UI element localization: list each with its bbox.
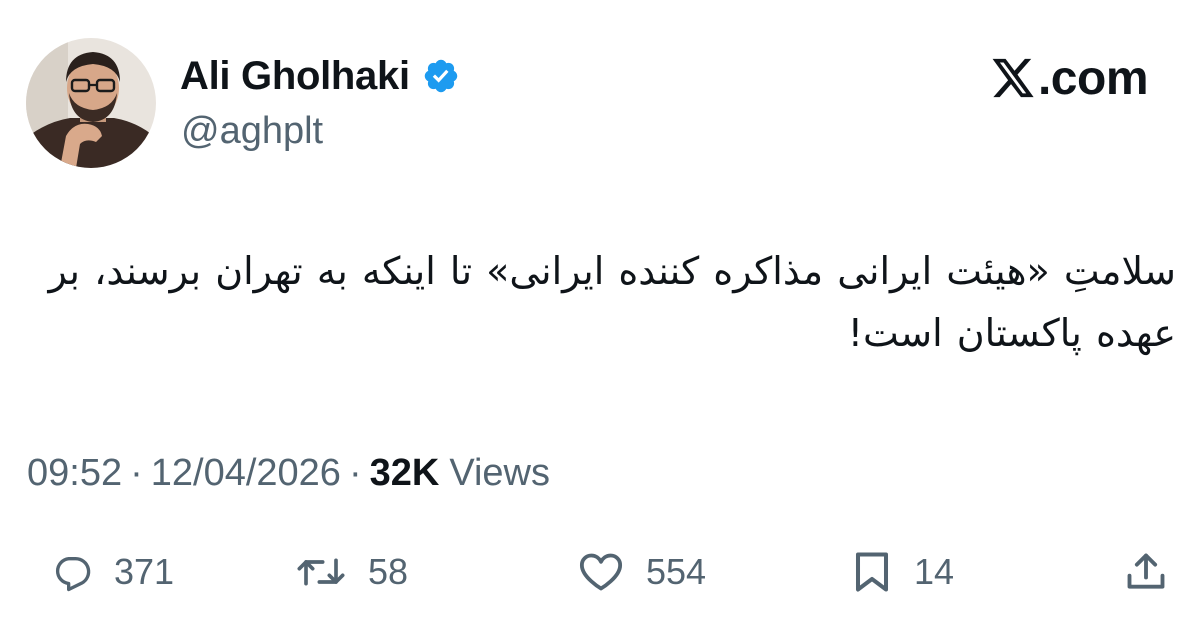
views-label: Views: [449, 452, 550, 494]
reply-icon: [52, 552, 92, 592]
reply-button[interactable]: 371: [52, 540, 174, 604]
avatar[interactable]: [26, 38, 156, 168]
heart-icon: [578, 552, 624, 592]
bookmark-button[interactable]: 14: [852, 540, 954, 604]
verified-badge-icon: [422, 57, 460, 95]
reply-count: 371: [114, 551, 175, 592]
like-count: 554: [646, 551, 707, 592]
views-count: 32K: [369, 452, 440, 494]
tweet-time[interactable]: 09:52: [27, 452, 122, 495]
meta-separator: ·: [348, 452, 362, 494]
bookmark-count: 14: [914, 551, 955, 592]
tweet-card: Ali Gholhaki @aghplt .com سلامتِ «هیئت ا…: [0, 0, 1200, 624]
brand-logo: .com: [990, 50, 1149, 106]
tweet-text: سلامتِ «هیئت ایرانی مذاکره کننده ایرانی»…: [48, 249, 1176, 355]
action-bar: 371 58 554 14: [0, 540, 1200, 604]
meta-separator: ·: [130, 452, 143, 494]
tweet-date[interactable]: 12/04/2026: [151, 452, 341, 495]
tweet-meta: 09:52 · 12/04/2026 · 32K Views: [27, 452, 550, 495]
bookmark-icon: [852, 551, 892, 593]
profile-photo-icon: [26, 38, 156, 168]
retweet-icon: [296, 552, 346, 592]
retweet-count: 58: [368, 551, 409, 592]
author-name-row: Ali Gholhaki: [180, 52, 460, 100]
like-button[interactable]: 554: [578, 540, 706, 604]
author-display-name[interactable]: Ali Gholhaki: [180, 54, 410, 99]
x-logo-icon: [990, 57, 1038, 99]
retweet-button[interactable]: 58: [296, 540, 408, 604]
share-icon: [1124, 550, 1168, 594]
author-handle[interactable]: @aghplt: [181, 110, 323, 153]
brand-domain-text: .com: [1037, 51, 1149, 105]
share-button[interactable]: [1124, 540, 1168, 604]
